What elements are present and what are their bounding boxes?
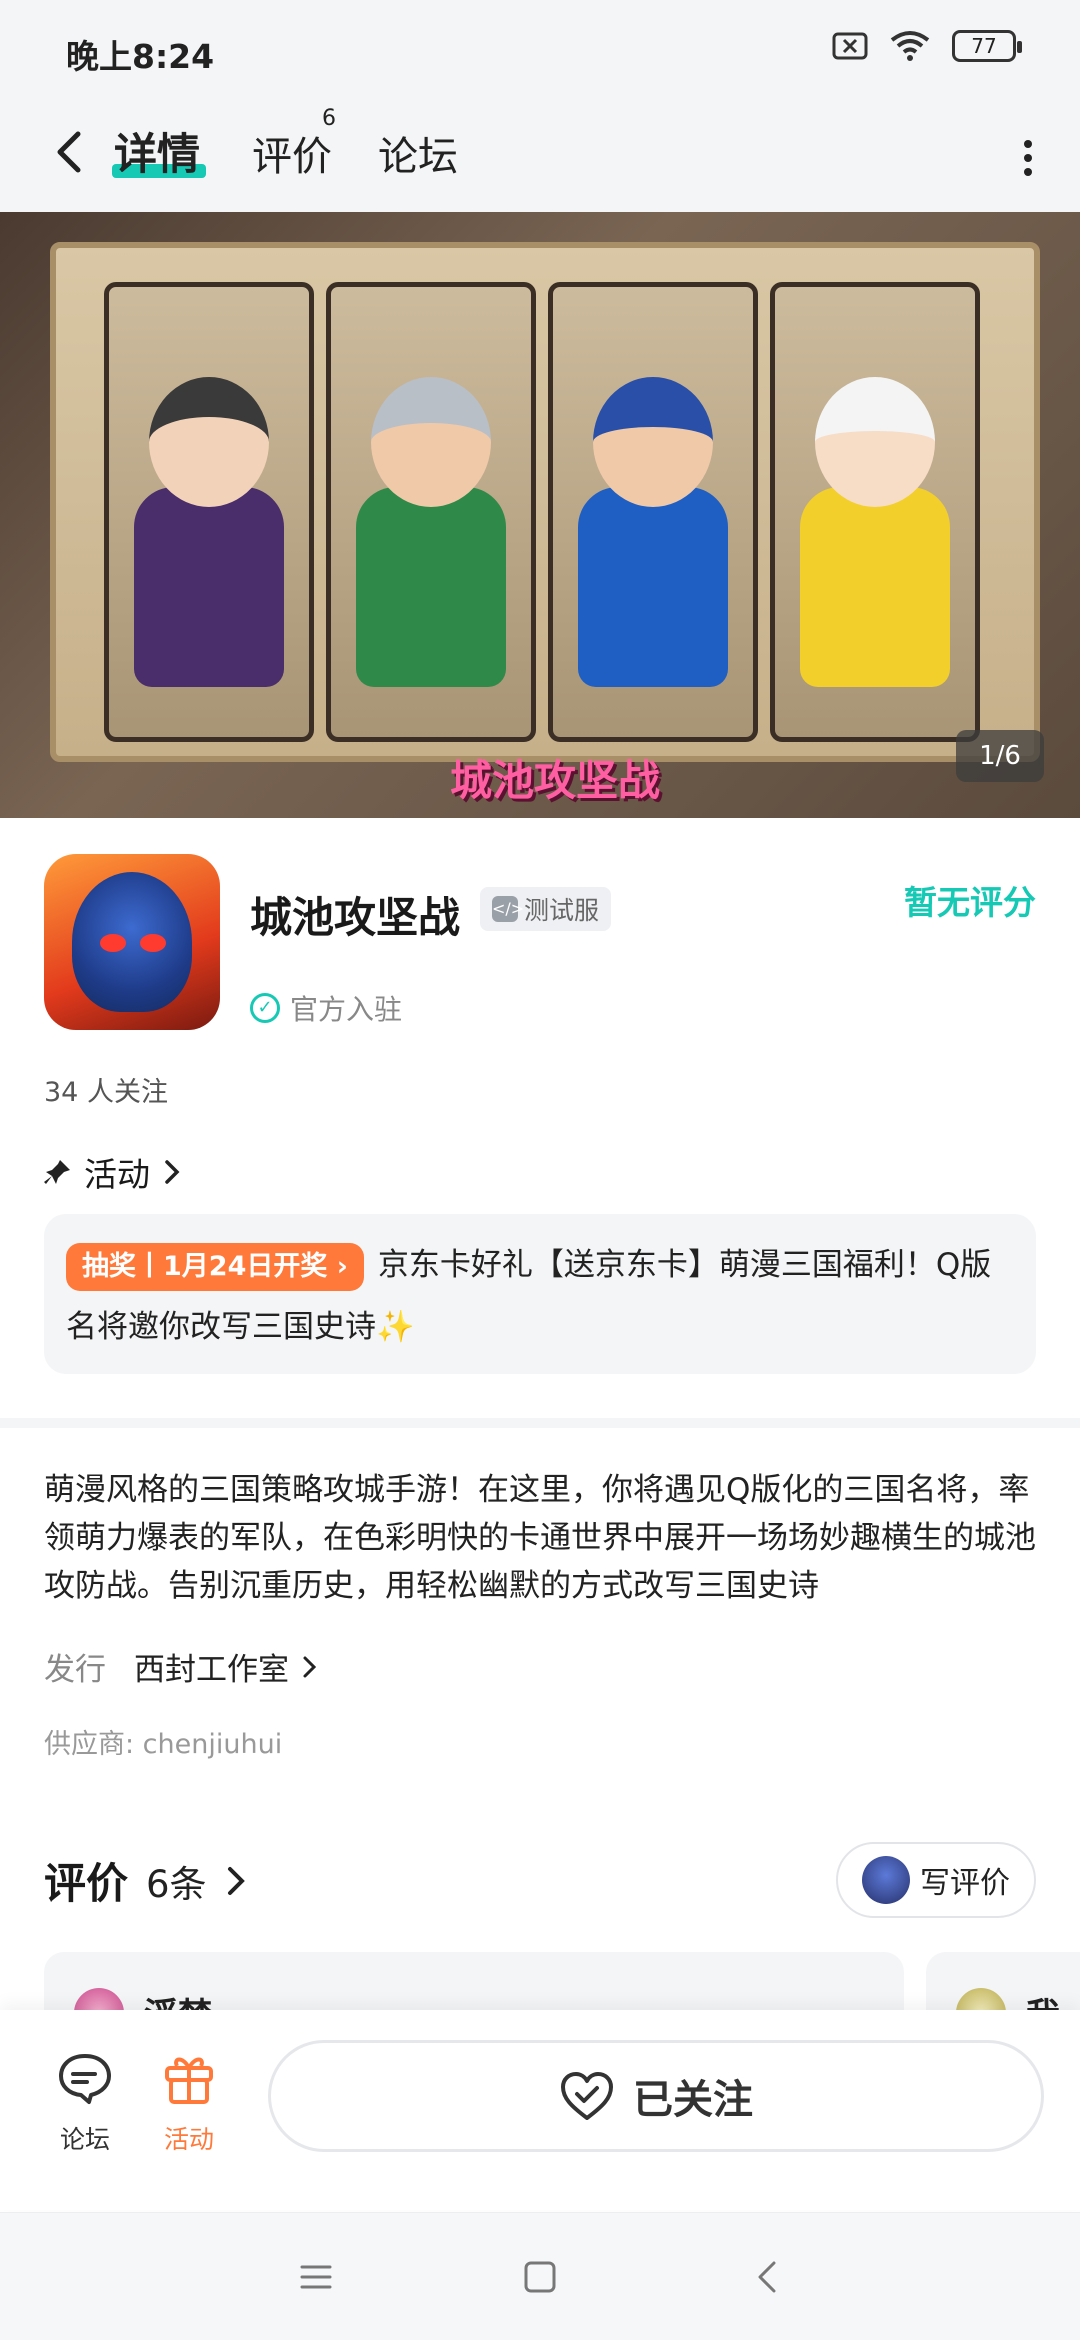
follower-count: 34 人关注 (44, 1077, 168, 1108)
battery-icon: 77 (952, 30, 1022, 62)
gift-icon (165, 2057, 213, 2104)
screenshot-carousel[interactable]: 城池攻坚战 1/6 (0, 212, 1080, 818)
bottom-action-bar: 论坛 活动 已关注 (0, 2010, 1080, 2210)
publisher-row[interactable]: 发行 西封工作室 (44, 1644, 319, 1689)
activity-heading: 活动 (84, 1155, 150, 1194)
forum-label: 论坛 (59, 2125, 110, 2154)
write-review-button[interactable]: 写评价 (836, 1842, 1036, 1918)
reviews-title: 评价 (44, 1859, 129, 1908)
tab-forum[interactable]: 论坛 (378, 124, 458, 182)
follow-button[interactable]: 已关注 (268, 2040, 1044, 2152)
chevron-right-icon (303, 1656, 317, 1677)
user-avatar (862, 1856, 910, 1904)
character-panel-emperor-yellow (770, 282, 980, 742)
publisher-name: 西封工作室 (134, 1652, 289, 1688)
back-icon[interactable] (44, 122, 94, 182)
system-navigation-bar (0, 2212, 1080, 2340)
chevron-right-icon (165, 1160, 180, 1184)
status-bar: 晚上8:24 77 (0, 0, 1080, 100)
system-back-icon[interactable] (744, 2253, 792, 2301)
forum-button[interactable]: 论坛 (40, 2050, 130, 2156)
character-panel-general-green (326, 282, 536, 742)
app-icon (44, 854, 220, 1030)
reviews-count: 6条 (146, 1862, 207, 1906)
official-verified: ✓ 官方入驻 (250, 988, 402, 1028)
game-description[interactable]: 萌漫风格的三国策略攻城手游！在这里，你将遇见Q版化的三国名将，率领萌力爆表的军队… (44, 1466, 1036, 1610)
code-icon: </> (492, 896, 524, 922)
publisher-label: 发行 (44, 1652, 106, 1688)
section-divider (0, 1418, 1080, 1428)
home-icon[interactable] (516, 2253, 564, 2301)
official-label: 官方入驻 (290, 993, 403, 1026)
heart-check-icon (561, 2072, 613, 2120)
character-panel-general-blue (548, 282, 758, 742)
notification-off-icon (832, 32, 868, 60)
pin-icon (44, 1160, 70, 1184)
wifi-icon (890, 31, 930, 61)
activity-button[interactable]: 活动 (144, 2050, 234, 2156)
write-review-label: 写评价 (920, 1866, 1010, 1901)
activity-header[interactable]: 活动 (44, 1148, 182, 1196)
reviews-header[interactable]: 评价 6条 (44, 1850, 247, 1911)
supplier-info: 供应商: chenjiuhui (44, 1729, 283, 1760)
banner-game-logo: 城池攻坚战 (450, 756, 661, 805)
sparkle-icon: ✨ (376, 1309, 415, 1345)
top-nav: 详情 评价 6 论坛 (0, 100, 1080, 212)
tab-reviews[interactable]: 评价 (252, 124, 332, 182)
character-panel-strategist (104, 282, 314, 742)
menu-icon[interactable] (292, 2253, 340, 2301)
lottery-tag: 抽奖丨1月24日开奖 › (66, 1242, 364, 1291)
status-icons: 77 (832, 30, 1022, 62)
chevron-right-icon (227, 1866, 245, 1895)
verified-check-icon: ✓ (250, 993, 280, 1023)
tab-details[interactable]: 详情 (114, 120, 200, 182)
status-time: 晚上8:24 (66, 37, 215, 76)
more-options-icon[interactable] (1016, 128, 1040, 188)
carousel-page-indicator: 1/6 (956, 730, 1044, 782)
rating-value: 暂无评分 (904, 883, 1036, 922)
forum-chat-icon (59, 2054, 111, 2104)
tab-reviews-badge: 6 (322, 106, 336, 131)
test-server-badge: </> 测试服 (480, 887, 612, 931)
app-name: 城池攻坚战 (250, 893, 461, 942)
activity-card[interactable]: 抽奖丨1月24日开奖 › 京东卡好礼【送京东卡】萌漫三国福利！Q版名将邀你改写三国… (44, 1214, 1036, 1374)
follow-label: 已关注 (633, 2077, 753, 2123)
activity-tab-label: 活动 (163, 2125, 214, 2154)
test-server-label: 测试服 (524, 896, 600, 925)
